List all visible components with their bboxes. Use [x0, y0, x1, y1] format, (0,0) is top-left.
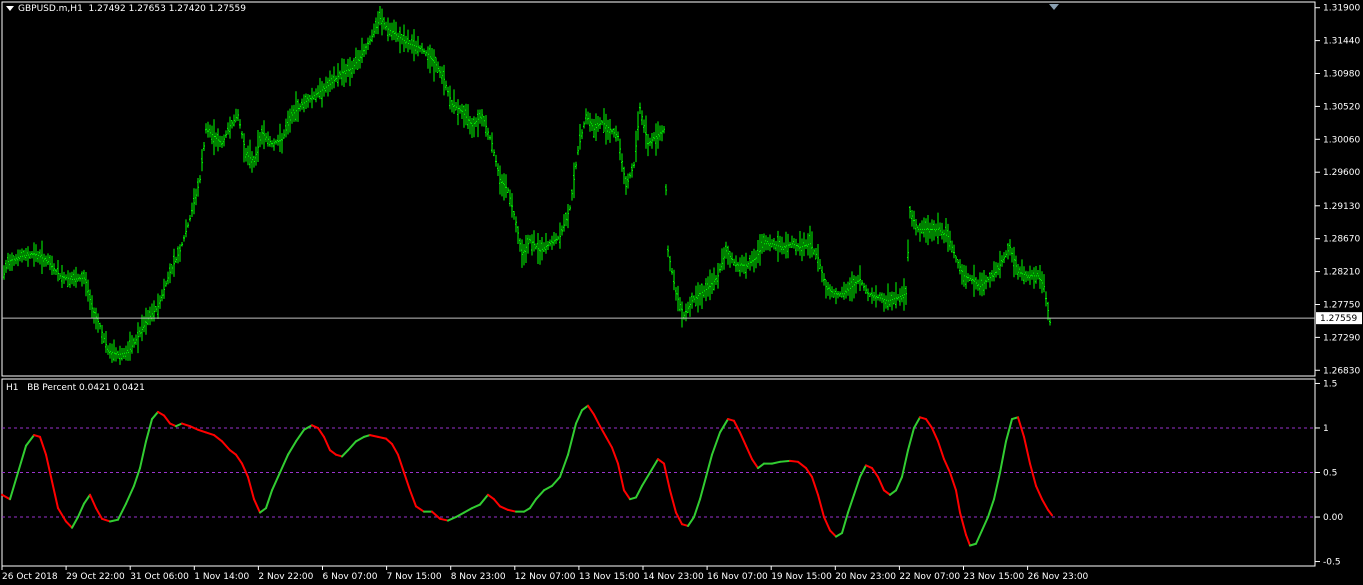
collapse-triangle-icon[interactable] [6, 6, 14, 11]
price-tick-label: 1.31900 [1323, 4, 1360, 14]
time-tick-label: 7 Nov 15:00 [387, 572, 442, 582]
current-price-label: 1.27559 [1320, 314, 1357, 324]
time-axis: 26 Oct 2018 29 Oct 22:00 31 Oct 06:00 1 Nov… [1, 566, 1089, 582]
time-tick-label: 12 Nov 07:00 [515, 572, 576, 582]
time-tick-label: 13 Nov 15:00 [579, 572, 640, 582]
time-tick-label: 14 Nov 23:00 [643, 572, 704, 582]
price-tick-label: 1.30520 [1323, 102, 1360, 112]
indicator-tick-label: 1 [1323, 424, 1329, 434]
price-tick-label: 1.28670 [1323, 235, 1360, 245]
time-tick-label: 31 Oct 06:00 [130, 572, 189, 582]
bb-segment [779, 459, 791, 463]
price-tick-label: 1.28210 [1323, 268, 1360, 278]
price-tick-label: 1.26830 [1323, 366, 1360, 376]
indicator-tick-label: 0.5 [1323, 469, 1337, 479]
time-tick-label: 19 Nov 15:00 [771, 572, 832, 582]
time-tick-label: 26 Nov 23:00 [1028, 572, 1089, 582]
price-tick-label: 1.29600 [1323, 168, 1360, 178]
price-pane-frame [1, 1, 1316, 377]
price-tick-label: 1.29130 [1323, 202, 1360, 212]
chart-area[interactable]: 1.31900 1.31440 1.30980 1.30520 1.30060 1.296… [0, 0, 1363, 585]
time-tick-label: 26 Oct 2018 [2, 572, 58, 582]
time-tick-label: 23 Nov 15:00 [964, 572, 1025, 582]
ohlc-values: 1.27492 1.27653 1.27420 1.27559 [88, 4, 246, 14]
price-tick-label: 1.31440 [1323, 37, 1360, 47]
time-tick-label: 1 Nov 14:00 [194, 572, 249, 582]
price-tick-label: 1.30980 [1323, 70, 1360, 80]
time-tick-label: 22 Nov 07:00 [899, 572, 960, 582]
time-tick-label: 2 Nov 22:00 [258, 572, 313, 582]
time-tick-label: 6 Nov 07:00 [323, 572, 378, 582]
indicator-timeframe: H1 [6, 383, 19, 393]
chart-header: GBPUSD.m,H1 1.27492 1.27653 1.27420 1.27… [6, 4, 246, 14]
time-tick-label: 29 Oct 22:00 [66, 572, 125, 582]
time-tick-label: 20 Nov 23:00 [835, 572, 896, 582]
symbol-label: GBPUSD.m,H1 [18, 4, 83, 14]
indicator-tick-label: -0.5 [1323, 558, 1341, 568]
indicator-tick-label: 1.5 [1323, 379, 1337, 389]
indicator-header: H1 BB Percent 0.0421 0.0421 [6, 383, 145, 393]
price-tick-label: 1.27750 [1323, 300, 1360, 310]
price-tick-label: 1.27290 [1323, 333, 1360, 343]
bb-segment [789, 459, 799, 463]
price-tick-label: 1.30060 [1323, 135, 1360, 145]
indicator-label: BB Percent 0.0421 0.0421 [27, 383, 145, 393]
time-tick-label: 16 Nov 07:00 [707, 572, 768, 582]
time-tick-label: 8 Nov 23:00 [451, 572, 506, 582]
indicator-tick-label: 0.00 [1323, 513, 1343, 523]
indicator-axis: 1.5 1 0.5 0.00 -0.5 [1315, 379, 1343, 568]
